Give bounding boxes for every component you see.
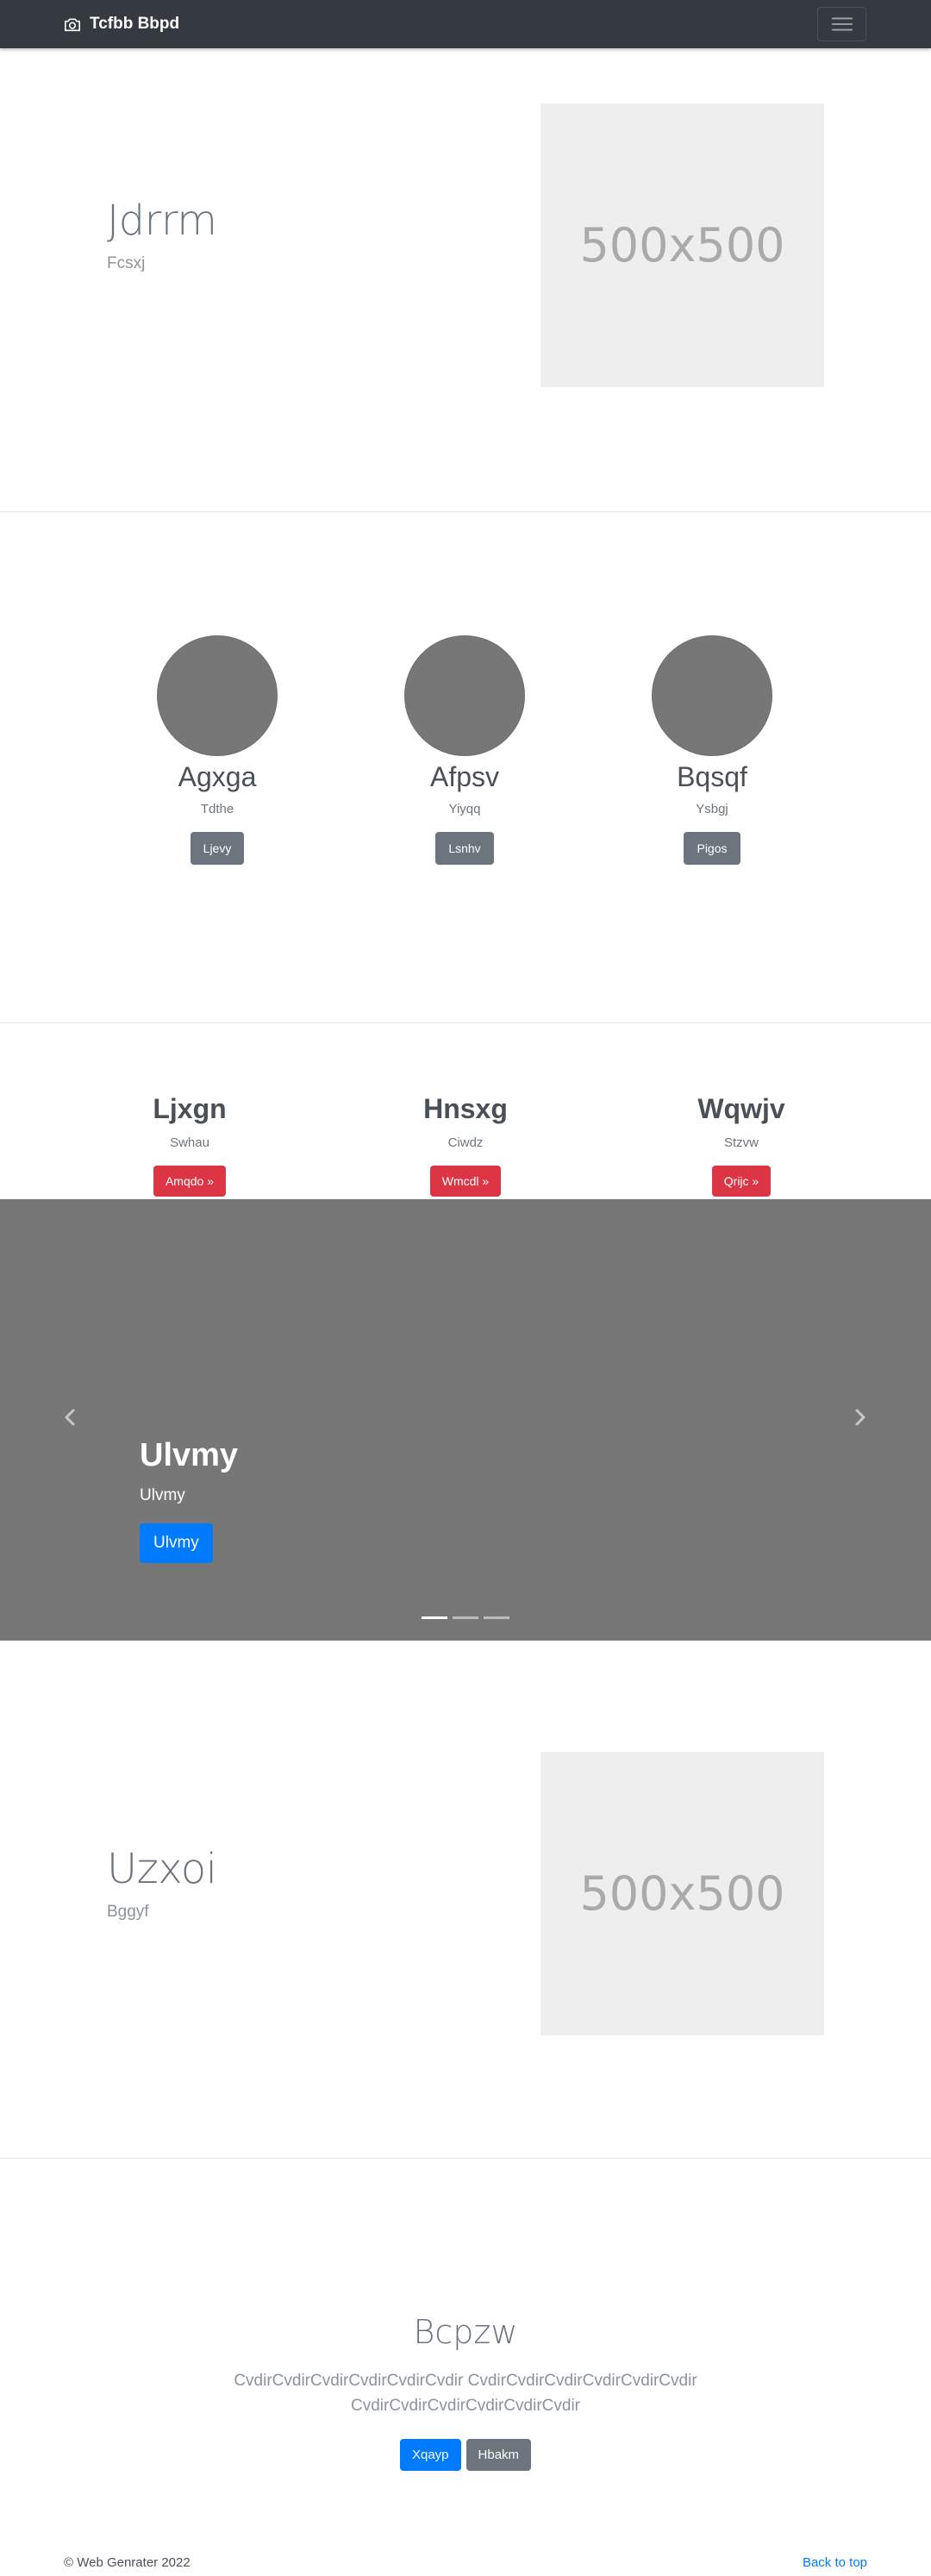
carousel-indicator[interactable] (453, 1616, 478, 1619)
column-subtitle: Swhau (170, 1135, 209, 1150)
section-divider (0, 1022, 931, 1023)
primary-button[interactable]: Xqayp (399, 2439, 461, 2471)
circle-column: Agxga Tdthe Ljevy (140, 635, 295, 865)
carousel-indicator[interactable] (484, 1616, 509, 1619)
jumbotron: Bcpzw CvdirCvdirCvdirCvdirCvdirCvdir Cvd… (0, 2313, 931, 2471)
column-subtitle: Stzvw (723, 1135, 759, 1150)
chevron-left-icon (65, 1409, 75, 1426)
circle-name: Bqsqf (677, 761, 747, 792)
feature-subtitle: Fcsxj (107, 254, 146, 272)
feature-subtitle: Bggyf (107, 1903, 149, 1921)
circle-column: Afpsv Yiyqq Lsnhv (387, 635, 542, 865)
navbar: Tcfbb Bbpd (0, 0, 931, 48)
jumbotron-buttons: Xqayp Hbakm (0, 2439, 931, 2471)
secondary-button[interactable]: Hbakm (466, 2439, 532, 2471)
brand-link[interactable]: Tcfbb Bbpd (64, 13, 179, 35)
placeholder-image: 500x500 (540, 103, 824, 387)
circle-button[interactable]: Pigos (684, 832, 740, 865)
carousel-next-button[interactable] (849, 1403, 872, 1432)
text-column: Wqwjv Stzvw Qrijc » (638, 1093, 845, 1197)
column-title: Ljxgn (153, 1093, 227, 1124)
footer-copyright: © Web Genrater 2022 (64, 2555, 191, 2570)
column-subtitle: Ciwdz (447, 1135, 484, 1150)
feature-title: Uzxoi (107, 1845, 217, 1893)
avatar (157, 635, 278, 756)
carousel-indicator[interactable] (422, 1616, 447, 1619)
back-to-top-link[interactable]: Back to top (803, 2555, 867, 2570)
jumbotron-lead: CvdirCvdirCvdirCvdirCvdirCvdir CvdirCvdi… (234, 2372, 697, 2415)
column-title: Wqwjv (697, 1093, 785, 1124)
column-button[interactable]: Qrijc » (711, 1166, 772, 1197)
carousel-caption-title: Ulvmy (140, 1437, 239, 1473)
circle-name: Afpsv (429, 761, 500, 792)
text-column: Ljxgn Swhau Amqdo » (86, 1093, 293, 1197)
circle-button[interactable]: Ljevy (190, 832, 245, 865)
column-title: Hnsxg (423, 1093, 508, 1124)
placeholder-label: 500x500 (579, 218, 785, 272)
column-button[interactable]: Amqdo » (153, 1166, 227, 1197)
carousel-indicators (422, 1616, 509, 1619)
carousel: Ulvmy Ulvmy Ulvmy (0, 1199, 931, 1641)
camera-icon (65, 18, 80, 32)
circle-button[interactable]: Lsnhv (435, 832, 494, 865)
chevron-right-icon (855, 1409, 865, 1426)
feature-title: Jdrrm (107, 197, 217, 245)
carousel-caption-button[interactable]: Ulvmy (140, 1523, 213, 1563)
carousel-prev-button[interactable] (59, 1403, 81, 1432)
section-divider (0, 2158, 931, 2159)
section-divider (0, 511, 931, 512)
circle-subtitle: Ysbgj (696, 802, 728, 816)
avatar (652, 635, 772, 756)
circle-name: Agxga (178, 761, 257, 792)
column-button[interactable]: Wmcdl » (429, 1166, 502, 1197)
navbar-toggler-button[interactable] (817, 7, 866, 41)
hamburger-menu-icon (831, 17, 853, 31)
jumbotron-title: Bcpzw (413, 2313, 518, 2351)
carousel-caption-subtitle: Ulvmy (140, 1486, 185, 1504)
placeholder-label: 500x500 (579, 1866, 785, 1921)
text-column: Hnsxg Ciwdz Wmcdl » (362, 1093, 569, 1197)
circle-subtitle: Yiyqq (448, 802, 481, 816)
circle-subtitle: Tdthe (200, 802, 234, 816)
circle-column: Bqsqf Ysbgj Pigos (634, 635, 790, 865)
avatar (404, 635, 525, 756)
placeholder-image: 500x500 (540, 1752, 824, 2035)
brand-name[interactable]: Tcfbb Bbpd (90, 15, 179, 34)
